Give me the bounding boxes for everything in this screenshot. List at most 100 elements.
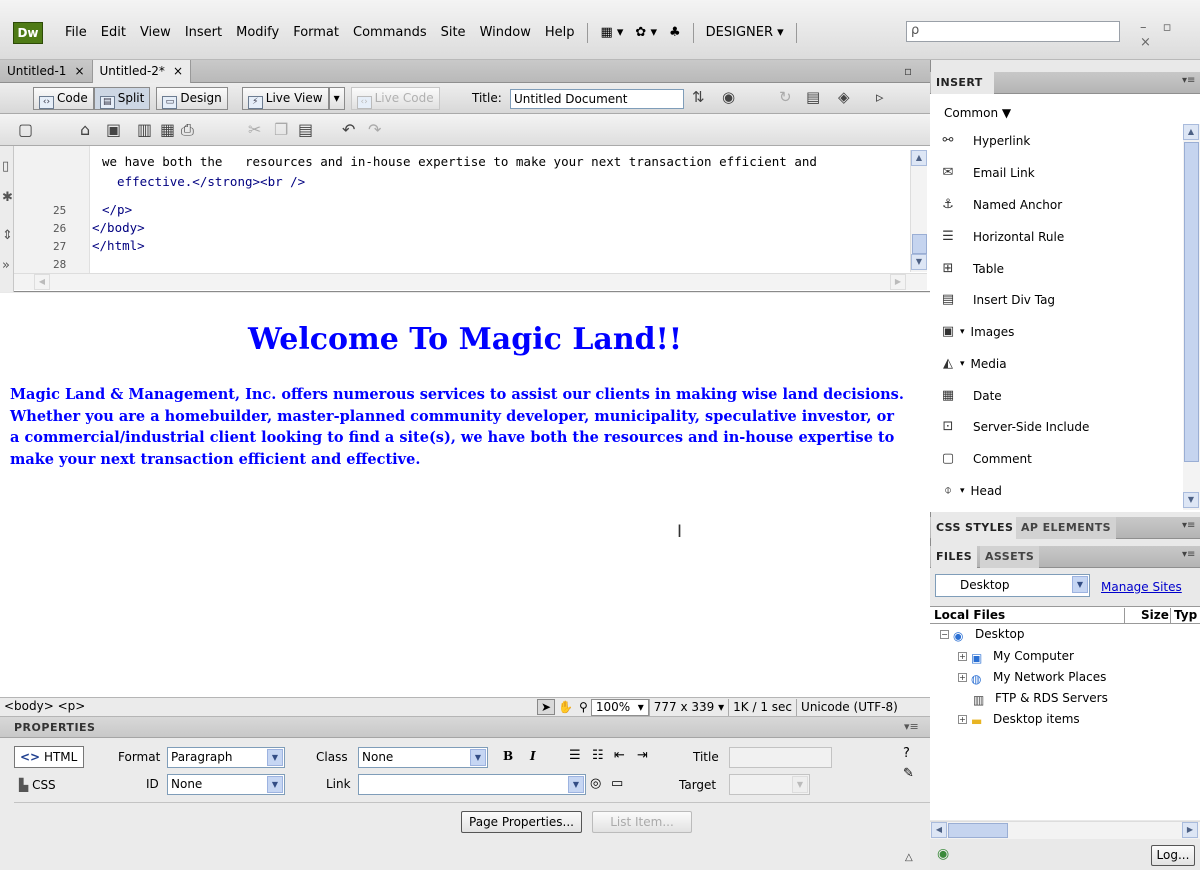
tab-untitled-2[interactable]: Untitled-2* × — [92, 59, 191, 83]
site-icon[interactable]: ♣ — [663, 22, 687, 44]
window-size[interactable]: 777 x 339 ▾ — [648, 698, 728, 716]
panel-menu-icon[interactable]: ▾≡ — [1182, 520, 1195, 531]
tag-selector[interactable]: <body> <p> — [4, 699, 85, 713]
target-select[interactable]: ▼ — [729, 774, 810, 795]
unordered-list-icon[interactable]: ☰ — [569, 748, 581, 763]
browse-bridge-icon[interactable]: ▣ — [106, 120, 121, 139]
collapse-tag-icon[interactable]: ✱ — [2, 190, 13, 205]
copy-icon[interactable]: ❐ — [274, 120, 288, 139]
refresh-icon[interactable]: ↻ — [779, 88, 792, 106]
browse-folder-icon[interactable]: ▭ — [611, 776, 623, 791]
tab-assets[interactable]: ASSETS — [980, 546, 1040, 568]
menu-commands[interactable]: Commands — [346, 22, 434, 44]
close-icon[interactable]: × — [173, 64, 183, 78]
menu-modify[interactable]: Modify — [229, 22, 286, 44]
html-mode-button[interactable]: <> HTML — [14, 746, 84, 768]
tree-node-network-places[interactable]: + ◍ My Network Places — [958, 667, 1106, 687]
column-type[interactable]: Typ — [1170, 608, 1197, 624]
scroll-down-icon[interactable]: ▼ — [911, 254, 927, 270]
live-view-button[interactable]: ⚡ Live View — [241, 87, 329, 110]
manage-sites-link[interactable]: Manage Sites — [1101, 580, 1182, 594]
paste-icon[interactable]: ▤ — [298, 120, 313, 139]
code-view-button[interactable]: ‹› Code — [33, 87, 94, 110]
column-local-files[interactable]: Local Files — [934, 608, 1005, 622]
layout-icon[interactable]: ▦ ▾ — [594, 22, 629, 44]
menu-format[interactable]: Format — [286, 22, 346, 44]
help-search-input[interactable]: ρ — [906, 21, 1120, 42]
save-all-icon[interactable]: ▦ — [160, 120, 175, 139]
expand-icon[interactable]: + — [958, 715, 967, 724]
visual-aids-icon[interactable]: ◈ — [838, 88, 850, 106]
expand-icon[interactable]: + — [958, 673, 967, 682]
insert-item-horizontal-rule[interactable]: ☰ Horizontal Rule — [940, 223, 1178, 251]
insert-item-date[interactable]: ▦ Date — [940, 382, 1178, 410]
code-vertical-scrollbar[interactable]: ▲ ▼ — [910, 150, 927, 272]
preview-browser-icon[interactable]: ◉ — [722, 88, 735, 106]
scroll-up-icon[interactable]: ▲ — [911, 150, 927, 166]
insert-item-table[interactable]: ⊞ Table — [940, 255, 1178, 283]
select-tool-icon[interactable]: ➤ — [537, 699, 556, 715]
window-controls[interactable]: – ▫ × — [1140, 20, 1200, 50]
zoom-tool-icon[interactable]: ⚲ — [576, 700, 591, 714]
panel-menu-icon[interactable]: ▾≡ — [1182, 549, 1195, 560]
link-input[interactable]: ▼ — [358, 774, 586, 795]
insert-item-images[interactable]: ▣ ▾ Images — [940, 318, 1178, 346]
tree-node-desktop[interactable]: − ◉ Desktop — [940, 624, 1025, 644]
view-options-icon[interactable]: ▤ — [806, 88, 820, 106]
insert-item-media[interactable]: ◭ ▾ Media — [940, 350, 1178, 378]
tab-insert[interactable]: INSERT — [931, 72, 994, 94]
menu-insert[interactable]: Insert — [178, 22, 229, 44]
tab-ap-elements[interactable]: AP ELEMENTS — [1016, 517, 1116, 539]
scrollbar-thumb[interactable] — [1184, 142, 1199, 462]
tree-node-desktop-items[interactable]: + ▬ Desktop items — [958, 709, 1080, 729]
insert-item-hyperlink[interactable]: ⚯ Hyperlink — [940, 127, 1178, 155]
menu-window[interactable]: Window — [473, 22, 538, 44]
validate-icon[interactable]: ▹ — [876, 88, 884, 106]
format-select[interactable]: Paragraph ▼ — [167, 747, 285, 768]
insert-scrollbar[interactable]: ▲ ▼ — [1183, 124, 1200, 510]
code-horizontal-scrollbar[interactable]: ◀ ▶ — [14, 273, 927, 290]
code-line[interactable]: </p> — [102, 202, 132, 217]
quick-tag-editor-icon[interactable]: ✎ — [903, 766, 914, 781]
save-icon[interactable]: ▥ — [137, 120, 152, 139]
tab-untitled-1[interactable]: Untitled-1 × — [0, 59, 93, 83]
class-select[interactable]: None ▼ — [358, 747, 488, 768]
id-select[interactable]: None ▼ — [167, 774, 285, 795]
open-icon[interactable]: ⌂ — [80, 120, 90, 139]
expand-all-icon[interactable]: ⇕ — [2, 228, 13, 243]
code-line[interactable]: effective.</strong><br /> — [102, 174, 305, 189]
menu-view[interactable]: View — [133, 22, 178, 44]
tree-node-my-computer[interactable]: + ▣ My Computer — [958, 646, 1074, 666]
cut-icon[interactable]: ✂ — [248, 120, 261, 139]
point-to-file-icon[interactable]: ◎ — [590, 776, 601, 791]
scroll-down-icon[interactable]: ▼ — [1183, 492, 1199, 508]
scroll-left-icon[interactable]: ◀ — [34, 274, 50, 290]
more-tools-icon[interactable]: » — [2, 258, 10, 273]
menu-edit[interactable]: Edit — [94, 22, 133, 44]
code-line[interactable]: </html> — [92, 238, 145, 253]
column-size[interactable]: Size — [1124, 608, 1169, 624]
scroll-right-icon[interactable]: ▶ — [890, 274, 906, 290]
scrollbar-thumb[interactable] — [912, 234, 927, 254]
outdent-icon[interactable]: ⇤ — [614, 748, 625, 763]
insert-item-named-anchor[interactable]: ⚓ Named Anchor — [940, 191, 1178, 219]
print-icon[interactable]: ⎙ — [181, 120, 194, 140]
tree-node-ftp-servers[interactable]: ▥ FTP & RDS Servers — [969, 688, 1108, 708]
site-select[interactable]: Desktop ▼ — [935, 574, 1090, 597]
scroll-up-icon[interactable]: ▲ — [1183, 124, 1199, 140]
extend-gear-icon[interactable]: ✿ ▾ — [629, 22, 663, 44]
panel-menu-icon[interactable]: ▾≡ — [904, 720, 919, 733]
new-document-icon[interactable]: ▢ — [18, 120, 33, 139]
live-code-button[interactable]: ‹› Live Code — [350, 87, 440, 110]
undo-icon[interactable]: ↶ — [342, 120, 355, 139]
indent-icon[interactable]: ⇥ — [637, 748, 648, 763]
italic-button[interactable]: I — [530, 749, 536, 763]
insert-item-ssi[interactable]: ⊡ Server-Side Include — [940, 413, 1178, 441]
collapse-icon[interactable]: − — [940, 630, 949, 639]
restore-icon[interactable]: ▫ — [904, 64, 912, 78]
design-view-button[interactable]: ▭ Design — [156, 87, 228, 110]
split-view-button[interactable]: ▤ Split — [93, 87, 151, 110]
css-mode-button[interactable]: ▙ CSS — [14, 775, 84, 797]
page-paragraph[interactable]: Magic Land & Management, Inc. offers num… — [10, 384, 905, 470]
file-management-icon[interactable]: ⇅ — [692, 88, 705, 106]
